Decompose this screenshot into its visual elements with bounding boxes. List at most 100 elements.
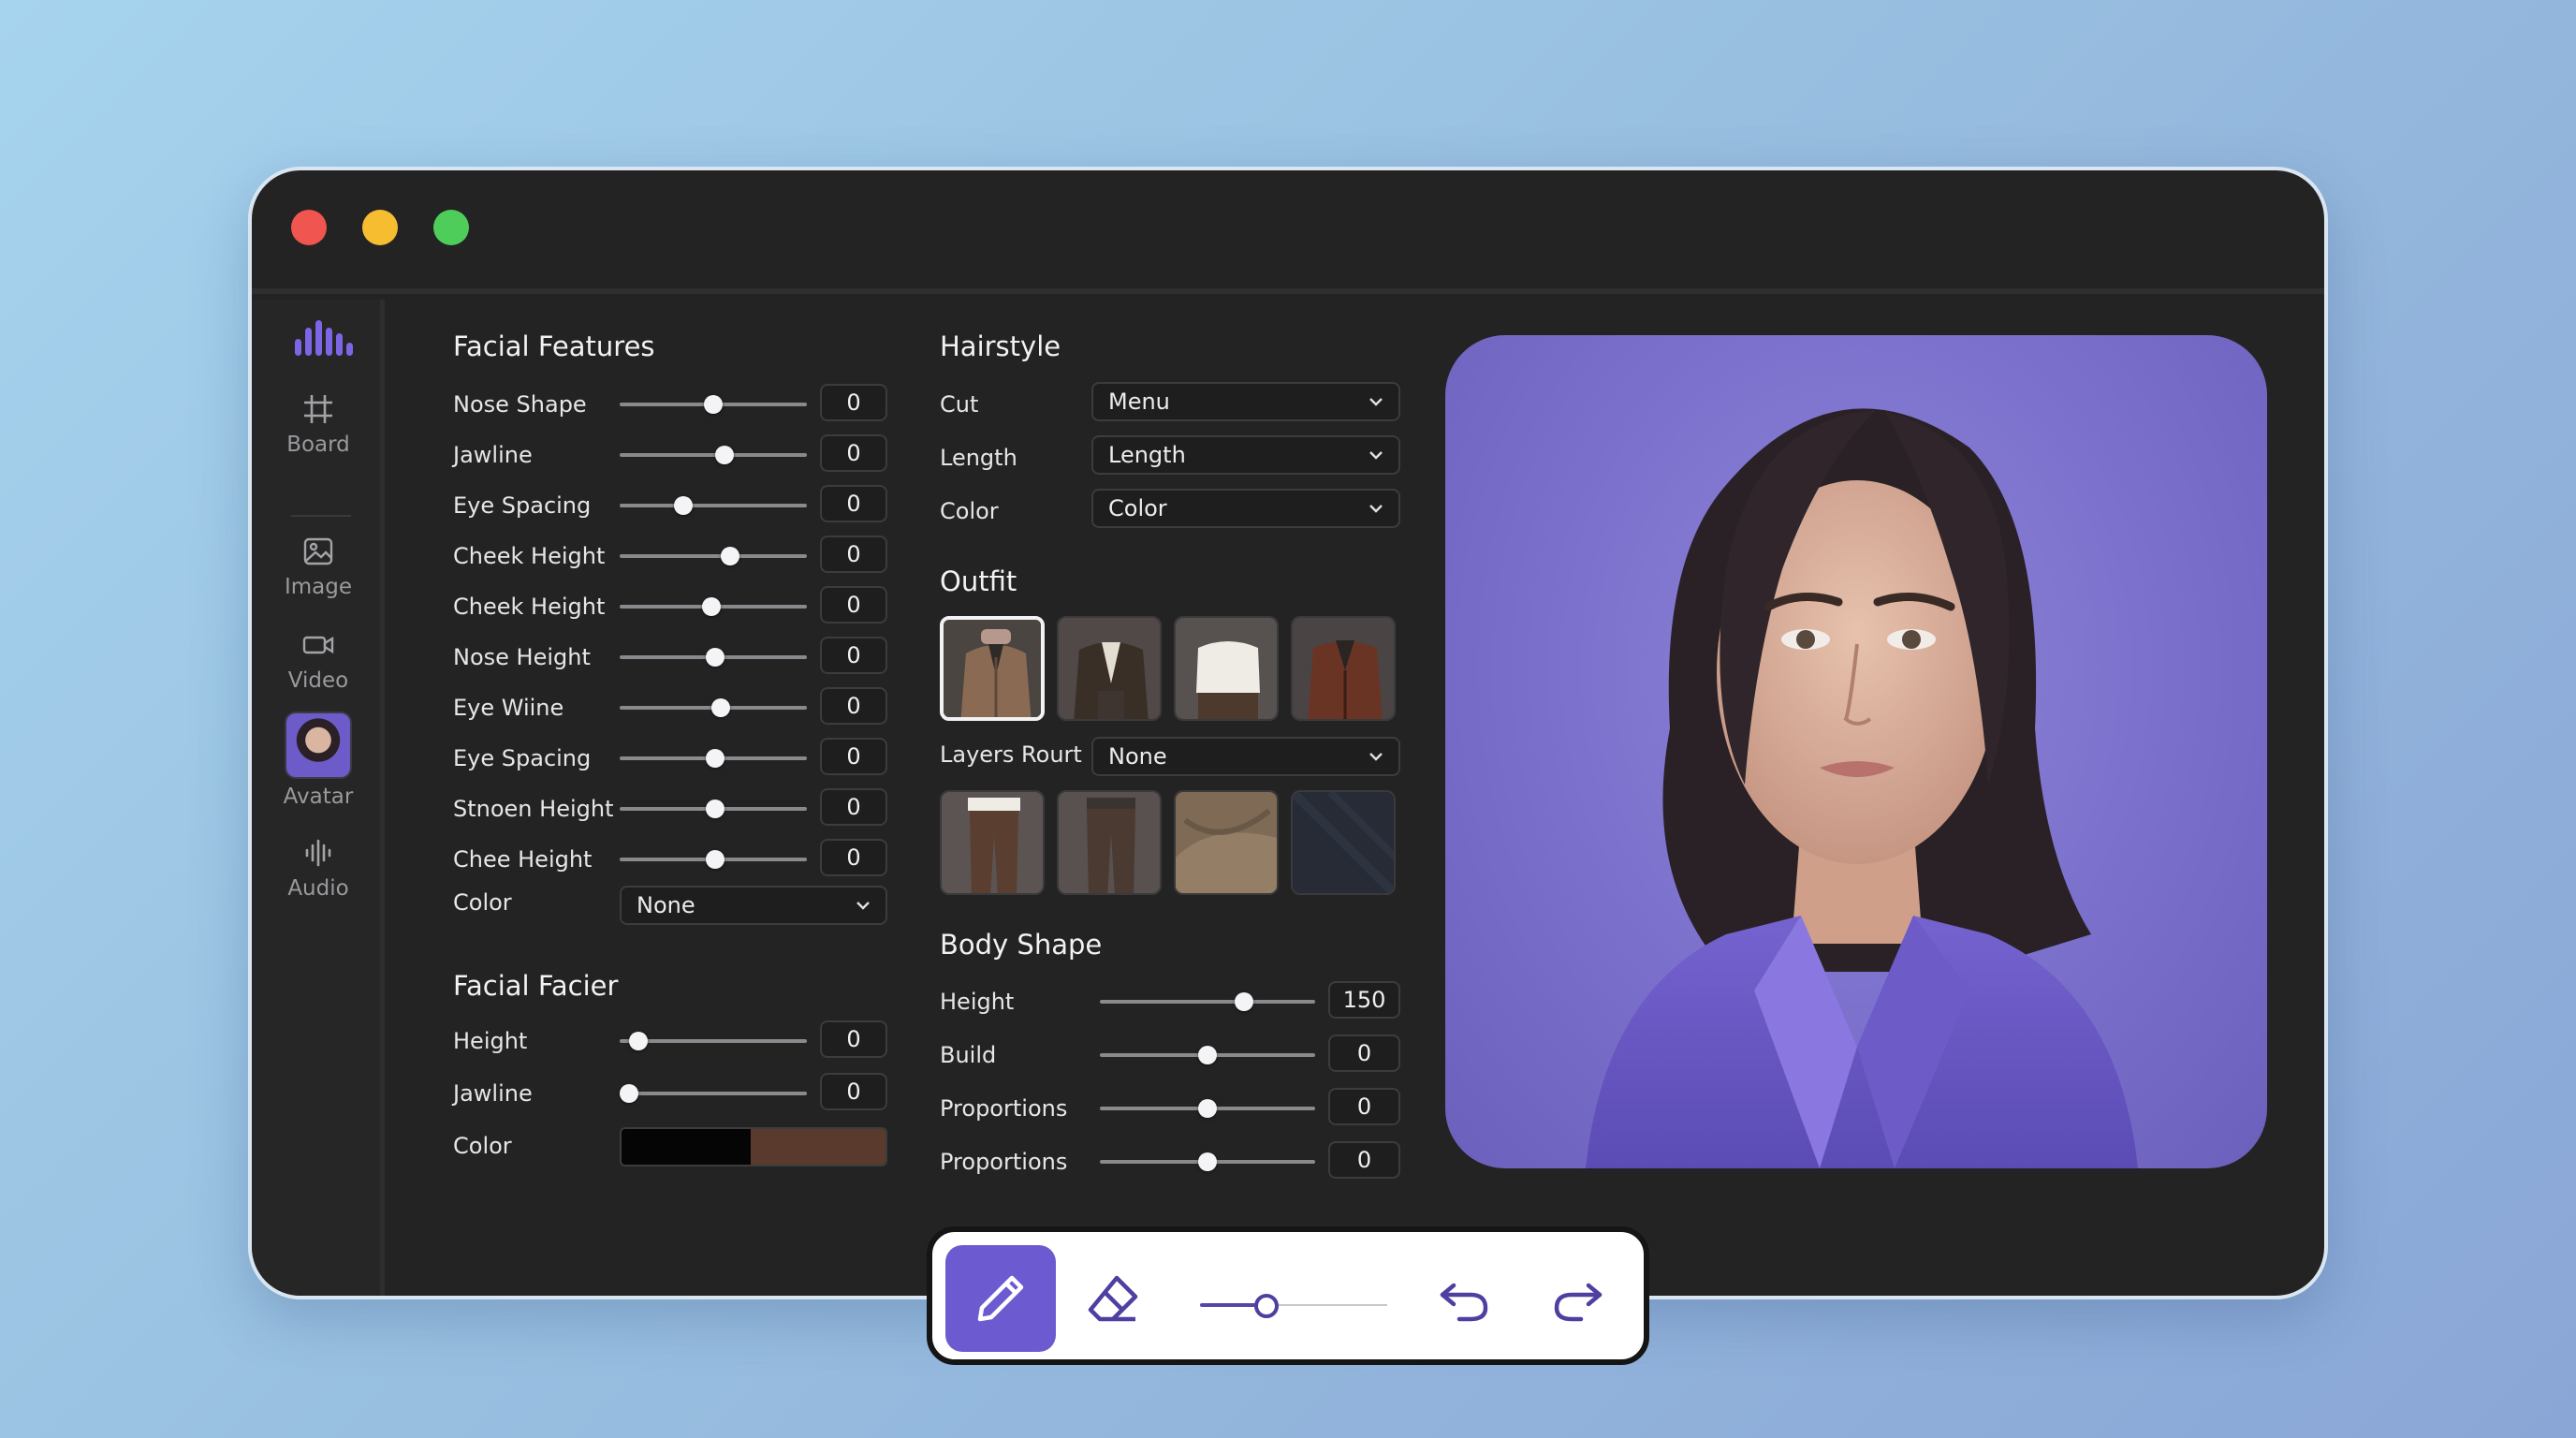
slider-track xyxy=(1100,1000,1315,1004)
hairstyle-select[interactable]: Menu xyxy=(1091,382,1400,421)
slider[interactable] xyxy=(620,393,807,416)
slider[interactable] xyxy=(620,747,807,770)
leather-jacket-image xyxy=(1293,618,1394,719)
sidebar-item-label: Audio xyxy=(287,876,349,901)
swatch-brown[interactable] xyxy=(751,1129,886,1165)
outfit-bottom-navy-fabric[interactable] xyxy=(1291,790,1396,895)
slider[interactable] xyxy=(620,1082,807,1105)
zoom-window-button[interactable] xyxy=(433,210,469,245)
value-input[interactable]: 0 xyxy=(820,788,887,826)
slider-label: Cheek Height xyxy=(453,543,606,569)
outfit-top-camel-coat[interactable] xyxy=(940,616,1045,721)
slider-label: Build xyxy=(940,1042,997,1068)
slider-thumb[interactable] xyxy=(704,395,723,414)
slider-thumb[interactable] xyxy=(1198,1046,1217,1064)
slider-thumb[interactable] xyxy=(1235,992,1254,1011)
sidebar-item-video[interactable]: Video xyxy=(252,627,385,693)
sidebar-item-avatar[interactable]: Avatar xyxy=(252,712,385,809)
slider-label: Proportions xyxy=(940,1095,1068,1122)
hairstyle-label: Length xyxy=(940,445,1017,471)
outfit-bottom-brown-trousers[interactable] xyxy=(940,790,1045,895)
slider-track xyxy=(620,1092,807,1095)
sidebar-item-audio[interactable]: Audio xyxy=(252,835,385,901)
slider-thumb[interactable] xyxy=(715,446,734,464)
slider-thumb[interactable] xyxy=(721,547,739,565)
sidebar-item-board[interactable]: Board xyxy=(252,391,385,457)
slider-thumb[interactable] xyxy=(711,698,730,717)
slider-thumb[interactable] xyxy=(629,1032,648,1050)
value-input[interactable]: 0 xyxy=(820,738,887,775)
outfit-bottom-beige-fabric[interactable] xyxy=(1174,790,1279,895)
eraser-tool-button[interactable] xyxy=(1058,1245,1168,1352)
value-input[interactable]: 0 xyxy=(820,536,887,573)
pencil-tool-button[interactable] xyxy=(945,1245,1056,1352)
slider-thumb[interactable] xyxy=(706,648,724,667)
slider-track xyxy=(620,453,807,457)
slider[interactable] xyxy=(620,798,807,820)
outfit-top-brown-blazer[interactable] xyxy=(1057,616,1162,721)
sidebar-item-label: Board xyxy=(286,433,350,457)
value-input[interactable]: 0 xyxy=(820,485,887,522)
slider[interactable] xyxy=(1100,1044,1315,1066)
slider-thumb[interactable] xyxy=(1198,1152,1217,1171)
slider[interactable] xyxy=(1100,990,1315,1013)
brush-size-slider[interactable] xyxy=(1200,1294,1387,1318)
value-input[interactable]: 0 xyxy=(820,586,887,624)
slider[interactable] xyxy=(620,444,807,466)
body-shape-title: Body Shape xyxy=(940,929,1103,961)
value-input[interactable]: 0 xyxy=(820,687,887,725)
brush-size-thumb[interactable] xyxy=(1254,1294,1279,1318)
slider-label: Height xyxy=(940,989,1015,1015)
beige-fabric-image xyxy=(1176,792,1277,893)
sidebar-item-image[interactable]: Image xyxy=(252,534,385,599)
chevron-down-icon xyxy=(1369,753,1383,761)
slider-thumb[interactable] xyxy=(706,800,724,818)
color-swatch-bar[interactable] xyxy=(620,1127,887,1167)
slider[interactable] xyxy=(620,595,807,618)
pencil-icon xyxy=(977,1275,1024,1322)
slider-label: Jawline xyxy=(453,442,533,468)
outfit-bottom-dark-trousers[interactable] xyxy=(1057,790,1162,895)
value-input[interactable]: 0 xyxy=(820,1073,887,1110)
slider[interactable] xyxy=(620,494,807,517)
slider-label: Chee Height xyxy=(453,846,593,873)
value-input[interactable]: 0 xyxy=(1328,1034,1400,1072)
hairstyle-select[interactable]: Color xyxy=(1091,489,1400,528)
avatar-preview[interactable] xyxy=(1445,335,2267,1168)
value-input[interactable]: 0 xyxy=(820,434,887,472)
redo-button[interactable] xyxy=(1522,1245,1632,1352)
undo-button[interactable] xyxy=(1410,1245,1520,1352)
value-input[interactable]: 0 xyxy=(820,637,887,674)
slider[interactable] xyxy=(620,1030,807,1052)
hairstyle-select[interactable]: Length xyxy=(1091,435,1400,475)
brown-blazer-image xyxy=(1059,618,1160,719)
swatch-black[interactable] xyxy=(622,1129,752,1165)
slider-thumb[interactable] xyxy=(620,1084,638,1103)
slider-thumb[interactable] xyxy=(706,850,724,869)
outfit-top-leather-jacket[interactable] xyxy=(1291,616,1396,721)
avatar-portrait-image xyxy=(1586,408,2138,1168)
slider[interactable] xyxy=(620,848,807,871)
value-input[interactable]: 0 xyxy=(1328,1088,1400,1125)
slider-thumb[interactable] xyxy=(702,597,721,616)
slider[interactable] xyxy=(620,646,807,668)
layers-select[interactable]: None xyxy=(1091,737,1400,776)
outfit-top-white-blouse[interactable] xyxy=(1174,616,1279,721)
facial-color-select[interactable]: None xyxy=(620,886,887,925)
value-input[interactable]: 0 xyxy=(820,1020,887,1058)
slider[interactable] xyxy=(1100,1097,1315,1120)
close-window-button[interactable] xyxy=(291,210,327,245)
value-input[interactable]: 0 xyxy=(1328,1141,1400,1179)
slider-thumb[interactable] xyxy=(1198,1099,1217,1118)
slider-thumb[interactable] xyxy=(674,496,693,515)
chevron-down-icon xyxy=(1369,398,1383,406)
avatar-thumbnail xyxy=(285,712,352,779)
value-input[interactable]: 0 xyxy=(820,839,887,876)
slider[interactable] xyxy=(1100,1151,1315,1173)
minimize-window-button[interactable] xyxy=(362,210,398,245)
slider[interactable] xyxy=(620,545,807,567)
value-input[interactable]: 150 xyxy=(1328,981,1400,1019)
slider[interactable] xyxy=(620,697,807,719)
slider-thumb[interactable] xyxy=(706,749,724,768)
value-input[interactable]: 0 xyxy=(820,384,887,421)
